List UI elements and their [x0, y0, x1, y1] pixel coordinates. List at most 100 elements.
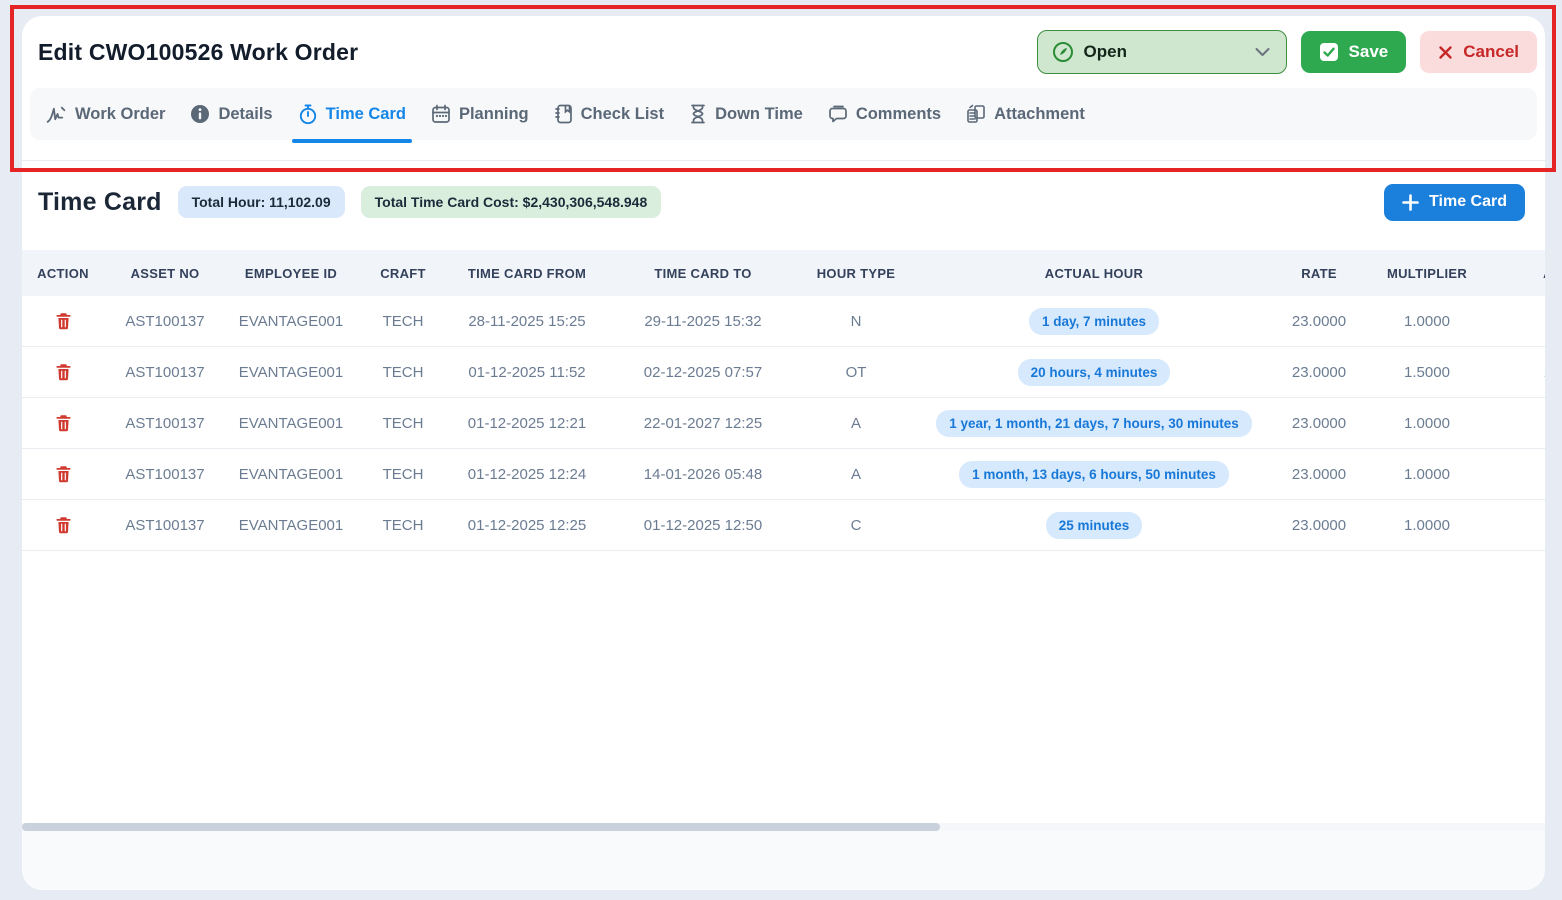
add-time-card-button[interactable]: Time Card — [1384, 184, 1525, 221]
craft: TECH — [356, 500, 450, 550]
delete-row-button[interactable] — [51, 410, 76, 436]
craft: TECH — [356, 398, 450, 448]
asset-no: AST100137 — [104, 347, 226, 397]
employee-id: EVANTAGE001 — [226, 449, 356, 499]
time-card-from: 28-11-2025 15:25 — [450, 296, 604, 346]
multiplier: 1.0000 — [1360, 398, 1494, 448]
tab-planning[interactable]: Planning — [431, 88, 529, 140]
actual-hour-pill: 25 minutes — [1046, 512, 1143, 539]
rate: 23.0000 — [1278, 398, 1360, 448]
adder: 2.0000 — [1494, 347, 1545, 397]
col-actual-hour: ACTUAL HOUR — [910, 250, 1278, 296]
adder: 1.0000 — [1494, 398, 1545, 448]
col-multiplier: MULTIPLIER — [1360, 250, 1494, 296]
table-row: AST100137 EVANTAGE001 TECH 01-12-2025 11… — [22, 347, 1545, 398]
save-button[interactable]: Save — [1301, 31, 1407, 73]
delete-row-button[interactable] — [51, 461, 76, 487]
actual-hour-pill: 1 month, 13 days, 6 hours, 50 minutes — [959, 461, 1229, 488]
tab-check-list[interactable]: Check List — [554, 88, 664, 140]
card-footer — [22, 831, 1545, 890]
total-hour-badge: Total Hour: 11,102.09 — [178, 186, 345, 218]
hour-type: OT — [802, 347, 910, 397]
tab-label: Comments — [856, 105, 941, 124]
cancel-label: Cancel — [1463, 42, 1519, 62]
col-craft: CRAFT — [356, 250, 450, 296]
time-card-to: 22-01-2027 12:25 — [604, 398, 802, 448]
asset-no: AST100137 — [104, 398, 226, 448]
hour-type: A — [802, 398, 910, 448]
tab-label: Work Order — [75, 105, 165, 124]
cancel-button[interactable]: Cancel — [1420, 31, 1537, 73]
rate: 23.0000 — [1278, 500, 1360, 550]
time-card-to: 02-12-2025 07:57 — [604, 347, 802, 397]
tab-label: Planning — [459, 105, 529, 124]
add-button-label: Time Card — [1429, 193, 1507, 211]
asset-no: AST100137 — [104, 449, 226, 499]
signature-icon — [46, 105, 67, 124]
employee-id: EVANTAGE001 — [226, 500, 356, 550]
tab-bar: Work Order Details Time C — [30, 88, 1537, 140]
trash-icon — [55, 363, 72, 381]
delete-row-button[interactable] — [51, 359, 76, 385]
page-title: Edit CWO100526 Work Order — [38, 39, 358, 66]
craft: TECH — [356, 449, 450, 499]
craft: TECH — [356, 296, 450, 346]
horizontal-scrollbar-track[interactable] — [22, 823, 1545, 831]
employee-id: EVANTAGE001 — [226, 398, 356, 448]
time-card-from: 01-12-2025 12:21 — [450, 398, 604, 448]
tab-label: Time Card — [326, 105, 406, 124]
table-header-row: ACTION ASSET NO EMPLOYEE ID CRAFT TIME C… — [22, 250, 1545, 296]
tab-comments[interactable]: Comments — [828, 88, 941, 140]
plus-icon — [1402, 194, 1419, 211]
table-row: AST100137 EVANTAGE001 TECH 28-11-2025 15… — [22, 296, 1545, 347]
table-row: AST100137 EVANTAGE001 TECH 01-12-2025 12… — [22, 449, 1545, 500]
checklist-icon — [554, 104, 573, 124]
adder: .0000 — [1494, 296, 1545, 346]
tab-attachment[interactable]: Attachment — [966, 88, 1085, 140]
chevron-down-icon — [1255, 47, 1270, 57]
hour-type: A — [802, 449, 910, 499]
tab-label: Check List — [581, 105, 664, 124]
multiplier: 1.0000 — [1360, 296, 1494, 346]
total-cost-badge: Total Time Card Cost: $2,430,306,548.948 — [361, 186, 662, 218]
table-row: AST100137 EVANTAGE001 TECH 01-12-2025 12… — [22, 500, 1545, 551]
multiplier: 1.0000 — [1360, 449, 1494, 499]
save-check-icon — [1319, 42, 1339, 62]
time-card-to: 14-01-2026 05:48 — [604, 449, 802, 499]
col-rate: RATE — [1278, 250, 1360, 296]
col-action: ACTION — [22, 250, 104, 296]
tab-details[interactable]: Details — [190, 88, 272, 140]
trash-icon — [55, 312, 72, 330]
tab-down-time[interactable]: Down Time — [689, 88, 803, 140]
asset-no: AST100137 — [104, 296, 226, 346]
multiplier: 1.5000 — [1360, 347, 1494, 397]
status-dropdown[interactable]: Open — [1037, 30, 1287, 74]
cancel-x-icon — [1438, 45, 1453, 60]
actual-hour-pill: 20 hours, 4 minutes — [1018, 359, 1171, 386]
stopwatch-icon — [298, 104, 318, 125]
col-time-card-to: TIME CARD TO — [604, 250, 802, 296]
header-divider — [22, 160, 1545, 161]
rate: 23.0000 — [1278, 296, 1360, 346]
info-icon — [190, 104, 210, 124]
section-title: Time Card — [38, 188, 162, 217]
status-label: Open — [1084, 42, 1127, 62]
section-header: Time Card Total Hour: 11,102.09 Total Ti… — [38, 180, 1525, 224]
horizontal-scrollbar-thumb[interactable] — [22, 823, 940, 831]
card-header: Edit CWO100526 Work Order Open — [22, 16, 1545, 88]
tab-time-card[interactable]: Time Card — [298, 88, 406, 140]
rate: 23.0000 — [1278, 449, 1360, 499]
time-card-from: 01-12-2025 12:24 — [450, 449, 604, 499]
time-card-to: 01-12-2025 12:50 — [604, 500, 802, 550]
time-card-to: 29-11-2025 15:32 — [604, 296, 802, 346]
tab-label: Details — [218, 105, 272, 124]
delete-row-button[interactable] — [51, 512, 76, 538]
comments-icon — [828, 105, 848, 124]
rate: 23.0000 — [1278, 347, 1360, 397]
tab-work-order[interactable]: Work Order — [46, 88, 165, 140]
delete-row-button[interactable] — [51, 308, 76, 334]
employee-id: EVANTAGE001 — [226, 347, 356, 397]
multiplier: 1.0000 — [1360, 500, 1494, 550]
trash-icon — [55, 414, 72, 432]
employee-id: EVANTAGE001 — [226, 296, 356, 346]
